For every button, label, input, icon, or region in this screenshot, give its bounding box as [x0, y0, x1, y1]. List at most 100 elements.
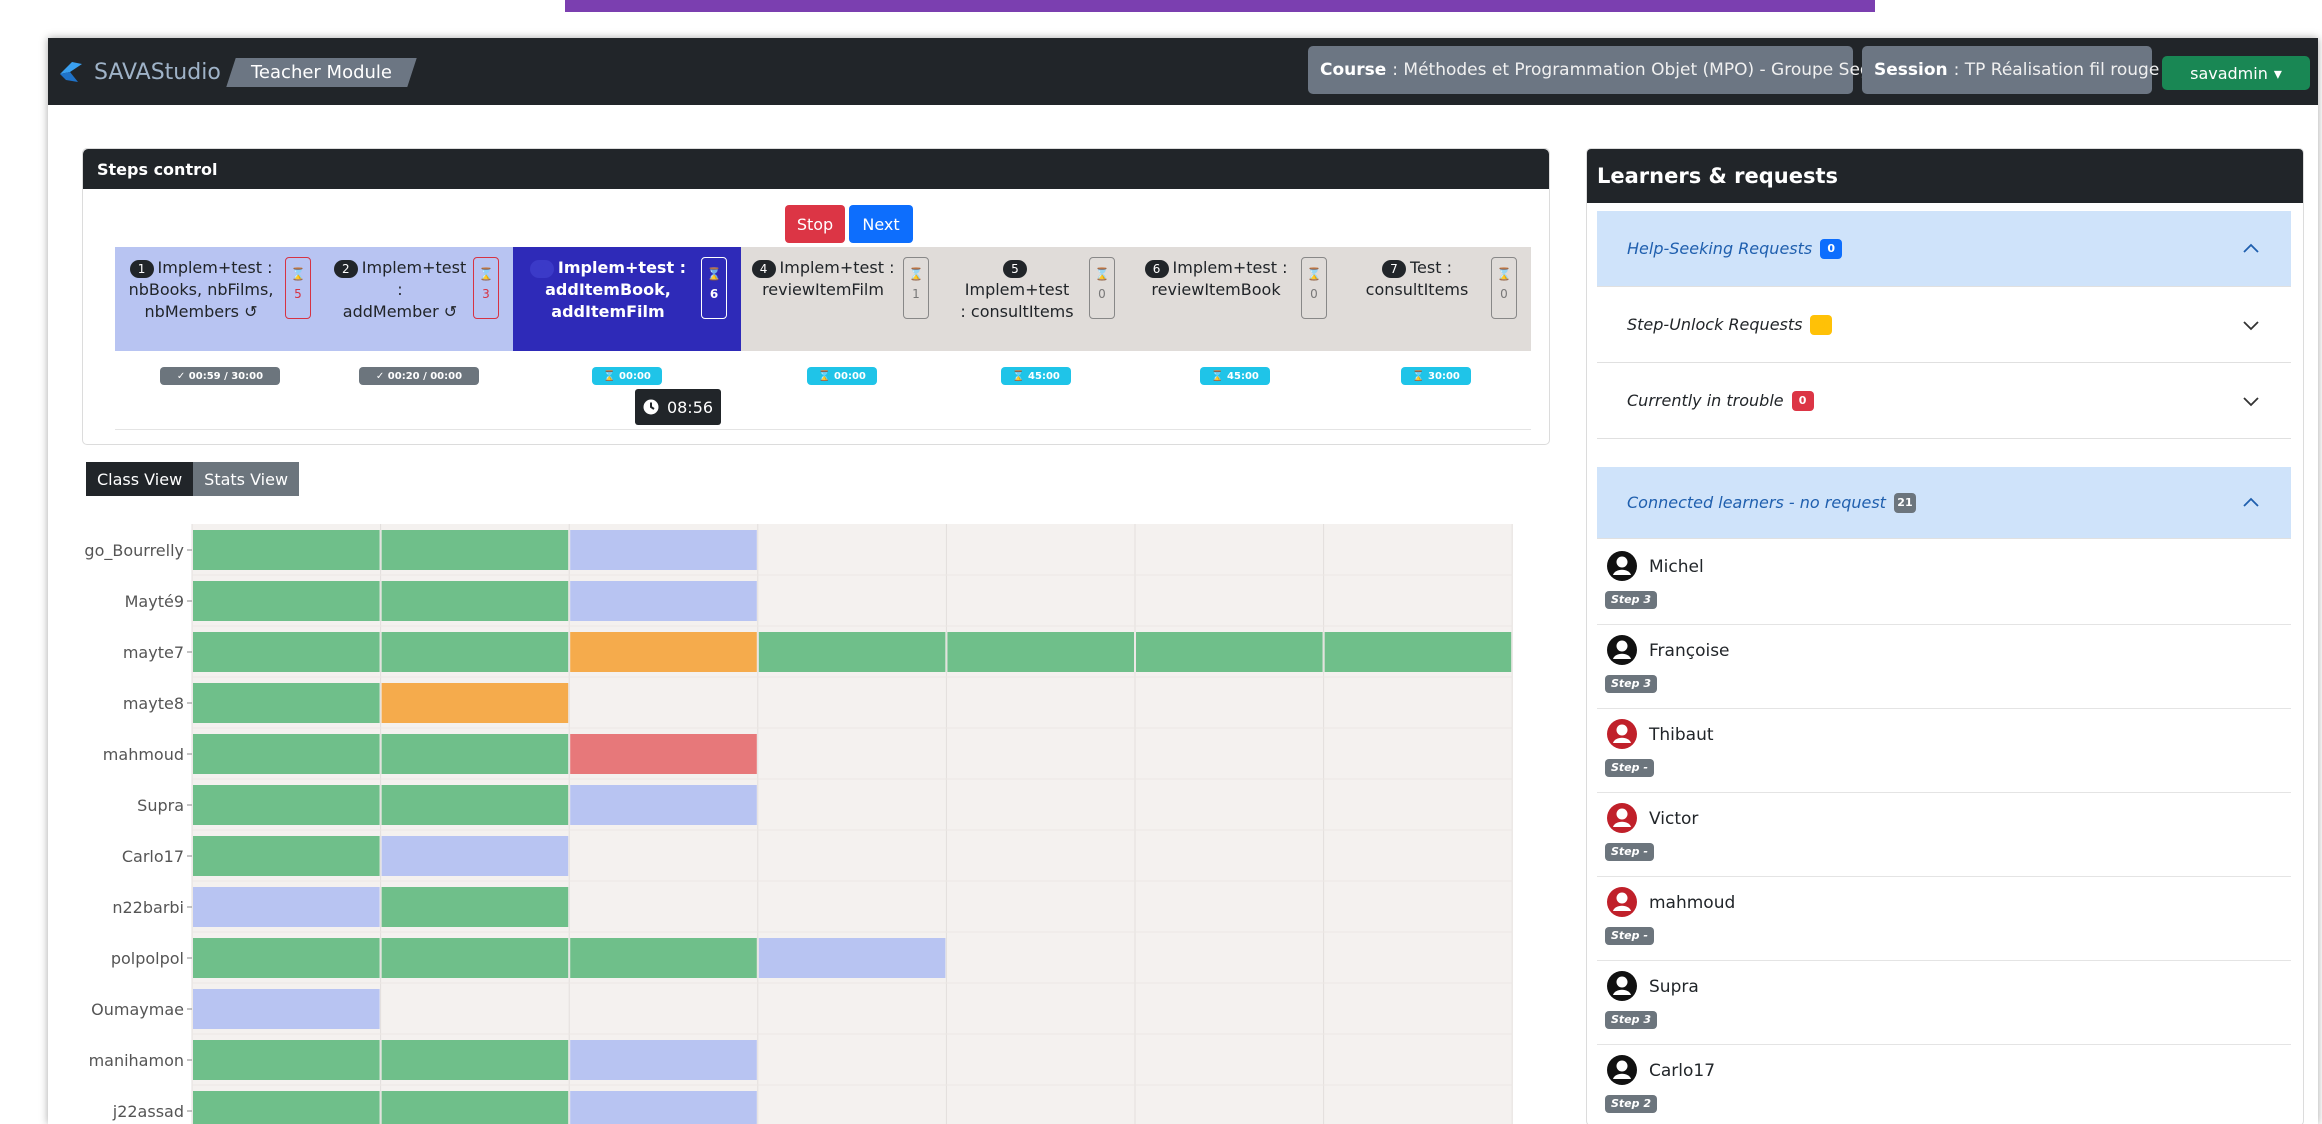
- chevron-down-icon: ▾: [2273, 63, 2282, 83]
- progress-cell: [381, 683, 569, 723]
- learner-name: Carlo17: [1649, 1061, 1716, 1081]
- step-title-line: addMember ↺: [342, 302, 458, 321]
- step-title-line: Implem+test :: [557, 258, 687, 277]
- step-timer-badge: ⌛ 00:00: [807, 367, 877, 385]
- step-title-line: Implem+test :: [779, 258, 895, 277]
- learner-item[interactable]: Victor Step -: [1597, 793, 2291, 877]
- user-menu-button[interactable]: savadmin ▾: [2162, 56, 2310, 90]
- steps-control-card: Steps control Stop Next 1 Implem+test : nb…: [82, 148, 1550, 445]
- step-title: 6 Implem+test : reviewItemBook: [1137, 257, 1295, 301]
- learner-item[interactable]: Thibaut Step -: [1597, 709, 2291, 793]
- step-request-counter: ⌛ 0: [1301, 257, 1327, 319]
- progress-cell: [193, 938, 380, 978]
- step-number: 4: [751, 259, 776, 278]
- accordion-3[interactable]: Currently in trouble 0: [1597, 363, 2291, 439]
- clock-icon: [643, 399, 659, 415]
- learner-item[interactable]: mahmoud Step -: [1597, 877, 2291, 961]
- learner-step-badge: Step 3: [1605, 1011, 1657, 1029]
- step-number: 3: [529, 259, 554, 278]
- step-6[interactable]: 6 Implem+test : reviewItemBook ⌛ 0: [1129, 247, 1341, 351]
- step-3[interactable]: 3 Implem+test : addItemBook, addItemFilm ⌛ 6: [513, 247, 741, 351]
- count-badge: 0: [1791, 390, 1814, 411]
- step-request-count: 3: [482, 287, 490, 301]
- learner-item[interactable]: Françoise Step 3: [1597, 625, 2291, 709]
- accordion-1[interactable]: Help-Seeking Requests 0: [1597, 211, 2291, 287]
- step-timer-badge: ⌛ 45:00: [1200, 367, 1270, 385]
- view-tabs: Class View Stats View: [86, 462, 300, 496]
- row-label: Carlo17: [122, 847, 184, 866]
- progress-cell: [381, 530, 569, 570]
- step-timer-badge: ✓ 00:20 / 00:00: [359, 367, 479, 385]
- course-label: Course: [1320, 60, 1387, 80]
- progress-cell: [381, 938, 569, 978]
- brand-name: SAVAStudio: [94, 59, 221, 85]
- top-color-strip: [565, 0, 1875, 12]
- progress-cell: [193, 632, 380, 672]
- step-request-counter: ⌛ 5: [285, 257, 311, 319]
- step-title: 3 Implem+test : addItemBook, addItemFilm: [521, 257, 695, 323]
- progress-cell: [381, 887, 569, 927]
- row-label: mayte8: [123, 694, 184, 713]
- course-value: : Méthodes et Programmation Objet (MPO) …: [1392, 60, 1906, 80]
- chevron-up-icon: [2243, 243, 2259, 253]
- session-label: Session: [1874, 60, 1948, 80]
- learner-name: Françoise: [1649, 641, 1730, 661]
- progress-cell: [570, 785, 757, 825]
- brand[interactable]: SAVAStudio Teacher Module: [58, 56, 417, 88]
- session-badge: Session : TP Réalisation fil rouge: [1862, 46, 2159, 94]
- row-label: n22barbi: [112, 898, 184, 917]
- accordion-label: Currently in trouble: [1627, 391, 1784, 410]
- row-label: Supra: [137, 796, 184, 815]
- step-4[interactable]: 4 Implem+test : reviewItemFilm ⌛ 1: [741, 247, 943, 351]
- step-number: 7: [1382, 259, 1406, 278]
- progress-cell: [947, 632, 1134, 672]
- step-title-line: nbBooks, nbFilms,: [128, 280, 274, 299]
- learner-item[interactable]: Supra Step 3: [1597, 961, 2291, 1045]
- chevron-up-icon: [2243, 497, 2259, 507]
- learner-item[interactable]: Michel Step 3: [1597, 541, 2291, 625]
- step-title-line: reviewItemFilm: [762, 280, 884, 299]
- step-7[interactable]: 7 Test : consultItems ⌛ 0: [1341, 247, 1531, 351]
- row-label: j22assad: [112, 1102, 184, 1121]
- step-request-count: 0: [1310, 287, 1318, 301]
- step-request-count: 0: [1098, 287, 1106, 301]
- step-request-counter: ⌛ 0: [1491, 257, 1517, 319]
- module-label: Teacher Module: [250, 61, 392, 83]
- next-button[interactable]: Next: [849, 205, 913, 243]
- steps-row: 1 Implem+test : nbBooks, nbFilms, nbMembers…: [115, 247, 1531, 351]
- progress-cell: [1136, 632, 1323, 672]
- step-title-line: consultItems: [1365, 280, 1469, 299]
- accordion-label: Step-Unlock Requests: [1627, 315, 1803, 334]
- learner-item[interactable]: Carlo17 Step 2: [1597, 1045, 2291, 1124]
- progress-cell: [381, 1091, 569, 1124]
- count-badge: 0: [1820, 238, 1843, 259]
- tab-stats-view[interactable]: Stats View: [193, 462, 300, 496]
- tab-class-view[interactable]: Class View: [86, 462, 194, 496]
- accordion-4[interactable]: Connected learners - no request 21: [1597, 467, 2291, 539]
- step-2[interactable]: 2 Implem+test : addMember ↺ ⌛ 3: [325, 247, 513, 351]
- progress-cell: [758, 938, 946, 978]
- progress-cell: [193, 1091, 380, 1124]
- step-title-line: Test :: [1410, 258, 1452, 277]
- step-5[interactable]: 5Implem+test: consultItems ⌛ 0: [943, 247, 1129, 351]
- user-avatar-icon: [1607, 1055, 1637, 1085]
- progress-cell: [570, 1091, 757, 1124]
- step-1[interactable]: 1 Implem+test : nbBooks, nbFilms, nbMembers…: [115, 247, 325, 351]
- step-request-counter: ⌛ 6: [701, 257, 727, 319]
- count-badge: 21: [1893, 492, 1916, 513]
- step-title-line: Implem+test :: [157, 258, 273, 277]
- progress-cell: [193, 989, 380, 1029]
- progress-cell: [570, 1040, 757, 1080]
- steps-control-title: Steps control: [83, 149, 1549, 189]
- learner-step-badge: Step 3: [1605, 675, 1657, 693]
- hourglass-icon: ⌛: [1496, 267, 1512, 281]
- step-timer-badge: ✓ 00:59 / 30:00: [160, 367, 280, 385]
- module-tag[interactable]: Teacher Module: [226, 57, 417, 87]
- row-label: mayte7: [123, 643, 184, 662]
- progress-cell: [381, 632, 569, 672]
- step-title: 5 Implem+test: consultItems: [951, 257, 1083, 323]
- accordion-2[interactable]: Step-Unlock Requests 0: [1597, 287, 2291, 363]
- progress-cell: [193, 530, 380, 570]
- stop-button[interactable]: Stop: [785, 205, 845, 243]
- step-number: 5: [1003, 259, 1027, 278]
